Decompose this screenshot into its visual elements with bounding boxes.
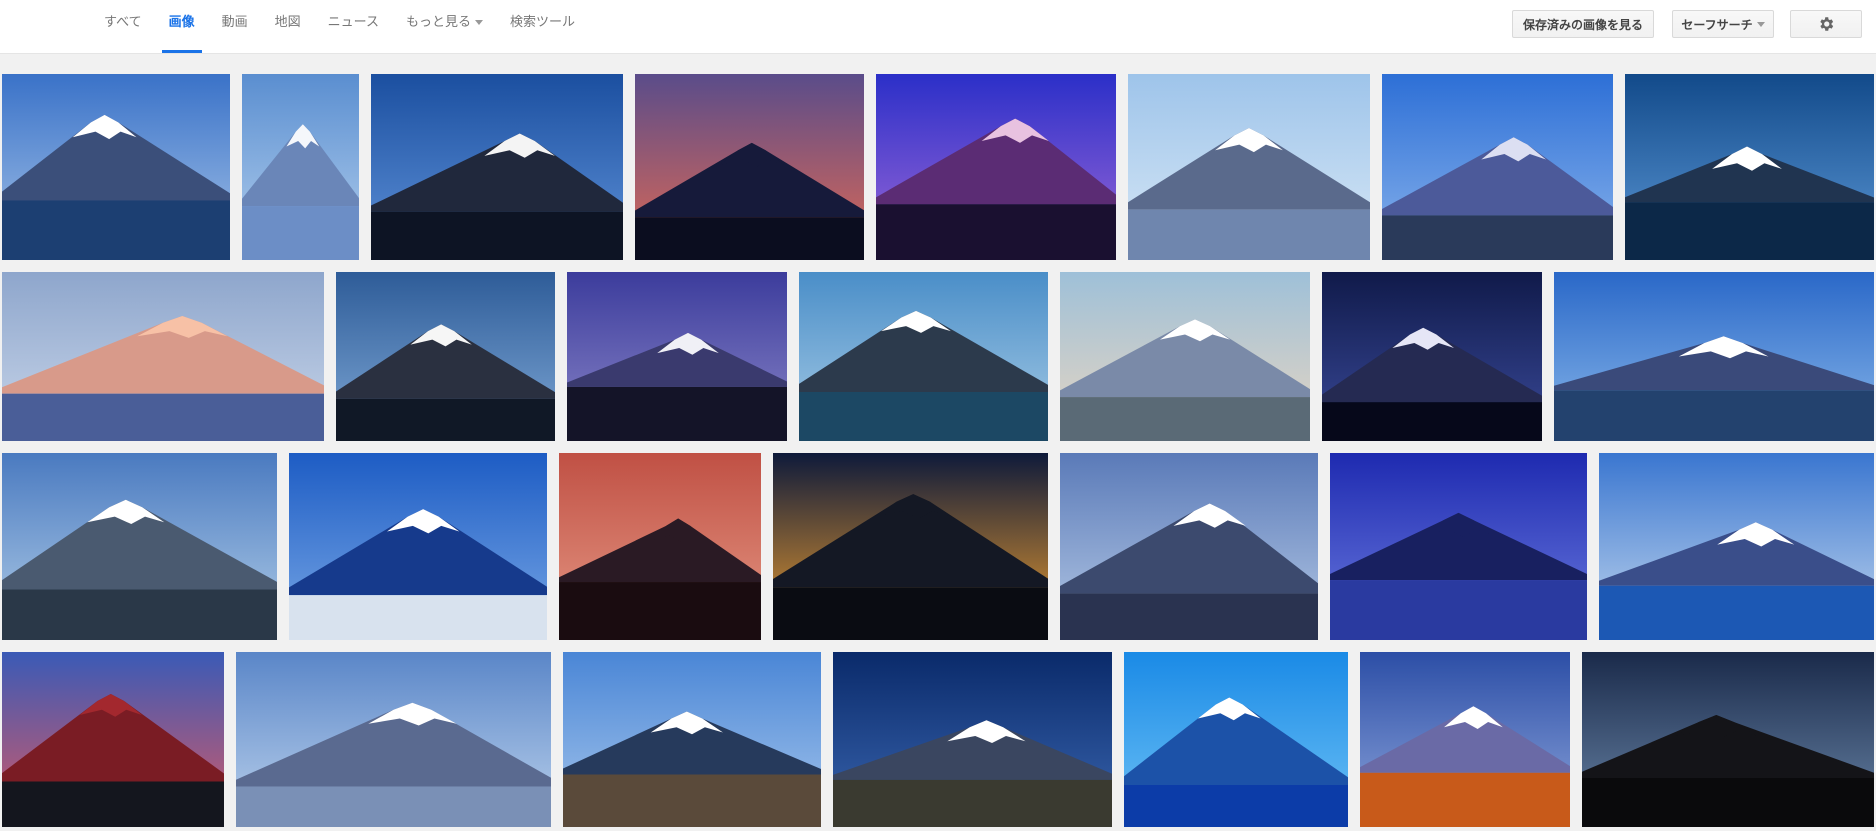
settings-button[interactable] — [1790, 10, 1862, 38]
image-result[interactable] — [2, 74, 230, 260]
mountain-photo — [635, 74, 864, 260]
image-result[interactable] — [1060, 453, 1318, 640]
mountain-photo — [242, 74, 359, 260]
image-result[interactable] — [799, 272, 1048, 441]
image-result[interactable] — [1554, 272, 1874, 441]
mountain-photo — [289, 453, 547, 640]
mountain-photo — [1330, 453, 1587, 640]
image-result[interactable] — [635, 74, 864, 260]
image-result[interactable] — [1382, 74, 1613, 260]
chevron-down-icon — [475, 20, 483, 25]
mountain-photo — [799, 272, 1048, 441]
mountain-photo — [236, 652, 551, 827]
image-result[interactable] — [2, 453, 277, 640]
saved-images-button[interactable]: 保存済みの画像を見る — [1512, 10, 1654, 38]
image-result[interactable] — [2, 272, 324, 441]
tab-all[interactable]: すべて — [104, 0, 142, 53]
image-result[interactable] — [1060, 272, 1310, 441]
image-result[interactable] — [1582, 652, 1874, 827]
chevron-down-icon — [1756, 21, 1765, 27]
image-result[interactable] — [833, 652, 1112, 827]
mountain-photo — [559, 453, 761, 640]
image-result[interactable] — [559, 453, 761, 640]
mountain-photo — [1060, 272, 1310, 441]
mountain-photo — [1554, 272, 1874, 441]
tab-more-label: もっと見る — [405, 15, 471, 30]
tab-videos[interactable]: 動画 — [222, 0, 248, 53]
mountain-photo — [1128, 74, 1370, 260]
mountain-photo — [2, 74, 230, 260]
image-result[interactable] — [876, 74, 1116, 260]
image-result[interactable] — [289, 453, 547, 640]
image-result[interactable] — [1625, 74, 1874, 260]
image-result[interactable] — [371, 74, 623, 260]
image-result[interactable] — [242, 74, 359, 260]
image-result[interactable] — [563, 652, 821, 827]
safesearch-button[interactable]: セーフサーチ — [1672, 10, 1774, 38]
mountain-photo — [1124, 652, 1348, 827]
mountain-photo — [2, 272, 324, 441]
mountain-photo — [2, 652, 224, 827]
mountain-photo — [336, 272, 555, 441]
mountain-photo — [1060, 453, 1318, 640]
tab-news[interactable]: ニュース — [328, 0, 379, 53]
mountain-photo — [876, 74, 1116, 260]
mountain-photo — [563, 652, 821, 827]
search-type-tabs: すべて 画像 動画 地図 ニュース もっと見る 検索ツール — [104, 0, 602, 53]
image-result[interactable] — [1599, 453, 1874, 640]
image-result[interactable] — [2, 652, 224, 827]
image-result[interactable] — [1360, 652, 1570, 827]
mountain-photo — [1322, 272, 1542, 441]
mountain-photo — [2, 453, 277, 640]
top-navigation-bar: すべて 画像 動画 地図 ニュース もっと見る 検索ツール 保存済みの画像を見る… — [0, 0, 1876, 54]
mountain-photo — [1582, 652, 1874, 827]
mountain-photo — [773, 453, 1048, 640]
mountain-photo — [371, 74, 623, 260]
tab-images[interactable]: 画像 — [161, 0, 202, 53]
mountain-photo — [1382, 74, 1613, 260]
mountain-photo — [1360, 652, 1570, 827]
gear-icon — [1817, 15, 1835, 33]
tab-more[interactable]: もっと見る — [406, 0, 483, 53]
mountain-photo — [1625, 74, 1874, 260]
image-result[interactable] — [1330, 453, 1587, 640]
image-result[interactable] — [236, 652, 551, 827]
mountain-photo — [567, 272, 787, 441]
tab-maps[interactable]: 地図 — [275, 0, 301, 53]
tab-search-tools[interactable]: 検索ツール — [510, 0, 575, 53]
image-result[interactable] — [567, 272, 787, 441]
image-result[interactable] — [1322, 272, 1542, 441]
safesearch-label: セーフサーチ — [1681, 17, 1753, 32]
image-result[interactable] — [1124, 652, 1348, 827]
image-result[interactable] — [1128, 74, 1370, 260]
image-result[interactable] — [773, 453, 1048, 640]
mountain-photo — [833, 652, 1112, 827]
image-result[interactable] — [336, 272, 555, 441]
mountain-photo — [1599, 453, 1874, 640]
